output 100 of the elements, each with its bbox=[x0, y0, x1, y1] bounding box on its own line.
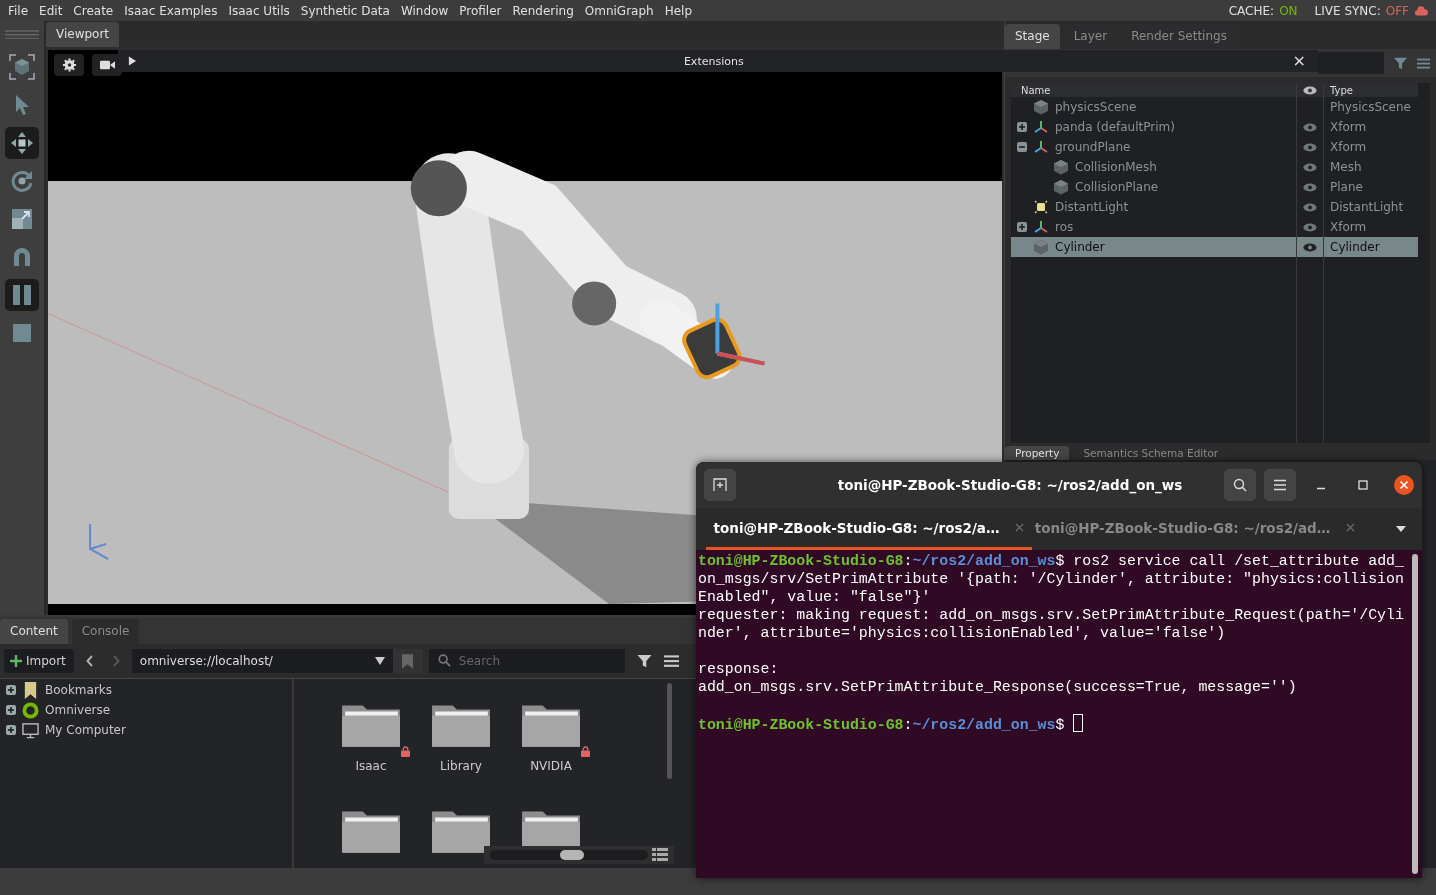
close-button[interactable]: × bbox=[1290, 53, 1308, 69]
terminal-line: requester: making request: add_on_msgs.srv.SetPrimAttribute_Request(path='/Cylinder', attribute='physics:collisionEnabled', value='false') bbox=[698, 606, 1405, 642]
maximize-icon[interactable] bbox=[1358, 480, 1368, 490]
search-button[interactable] bbox=[1224, 469, 1256, 501]
location-item[interactable]: My Computer bbox=[6, 721, 286, 739]
menu-item[interactable]: OmniGraph bbox=[584, 3, 654, 18]
list-view-icon[interactable] bbox=[652, 848, 668, 862]
status-label: CACHE: bbox=[1228, 3, 1275, 18]
eye-icon[interactable] bbox=[1303, 142, 1317, 152]
prim-name: physicsScene bbox=[1055, 100, 1137, 114]
settings-icon bbox=[61, 58, 77, 72]
status-label: LIVE SYNC: bbox=[1314, 3, 1381, 18]
rotate-icon bbox=[9, 168, 35, 194]
eye-icon[interactable] bbox=[1303, 222, 1317, 232]
expand-icon[interactable] bbox=[1017, 222, 1027, 232]
panel-tab[interactable]: Console bbox=[71, 619, 140, 644]
column-header[interactable]: Name bbox=[1011, 83, 1297, 97]
window-title: Extensions bbox=[683, 54, 744, 68]
grip-icon[interactable] bbox=[5, 29, 39, 39]
menu-icon[interactable] bbox=[663, 654, 679, 668]
tree-row[interactable]: physicsScene PhysicsScene bbox=[1011, 97, 1418, 117]
panel-tab[interactable]: Stage bbox=[1005, 24, 1060, 49]
move-icon bbox=[9, 130, 35, 156]
prim-name: CollisionPlane bbox=[1075, 180, 1159, 194]
lock-icon bbox=[401, 746, 410, 757]
pause-button[interactable] bbox=[5, 279, 39, 311]
new-tab-button[interactable] bbox=[704, 469, 736, 501]
dropdown-icon[interactable] bbox=[1396, 526, 1406, 532]
menu-item[interactable]: Window bbox=[400, 3, 449, 18]
cloud-icon[interactable] bbox=[1414, 5, 1428, 16]
expand-icon[interactable] bbox=[6, 685, 16, 695]
eye-icon[interactable] bbox=[1303, 182, 1317, 192]
bookmark-button[interactable] bbox=[392, 649, 423, 673]
menu-item[interactable]: Isaac Examples bbox=[124, 3, 218, 18]
tree-row[interactable]: panda (defaultPrim) Xform bbox=[1011, 117, 1418, 137]
scrollbar[interactable] bbox=[667, 683, 672, 779]
eye-icon[interactable] bbox=[1303, 85, 1317, 95]
tool-button[interactable] bbox=[5, 127, 39, 159]
light-icon bbox=[1033, 199, 1049, 215]
menu-item[interactable]: Profiler bbox=[459, 3, 502, 18]
menu-item[interactable]: Help bbox=[664, 3, 692, 18]
cube-icon bbox=[1053, 179, 1069, 195]
prim-type: PhysicsScene bbox=[1329, 99, 1412, 116]
search-field[interactable]: Search bbox=[428, 649, 625, 673]
panel-tab[interactable]: Property bbox=[1005, 446, 1070, 460]
menu-item[interactable]: File bbox=[8, 3, 29, 18]
prim-type: DistantLight bbox=[1329, 199, 1405, 216]
cube-icon bbox=[1053, 159, 1069, 175]
menu-button[interactable] bbox=[1264, 469, 1296, 501]
eye-icon[interactable] bbox=[1303, 162, 1317, 172]
cube-icon bbox=[9, 54, 35, 80]
back-icon[interactable] bbox=[85, 655, 94, 667]
location-item[interactable]: Bookmarks bbox=[6, 681, 286, 699]
bookmark-icon bbox=[22, 681, 39, 699]
column-header[interactable]: Type bbox=[1324, 83, 1418, 97]
monitor-icon bbox=[22, 721, 39, 739]
terminal-tab[interactable]: toni@HP-ZBook-Studio-G8: ~/ros2/a… bbox=[706, 508, 1032, 550]
expand-icon[interactable] bbox=[1017, 122, 1027, 132]
prim-name: ros bbox=[1055, 220, 1074, 234]
menu-item[interactable]: Rendering bbox=[512, 3, 574, 18]
menu-item[interactable]: Synthetic Data bbox=[300, 3, 390, 18]
tree-row[interactable]: groundPlane Xform bbox=[1011, 137, 1418, 157]
menu-item[interactable]: Edit bbox=[39, 3, 63, 18]
prim-type: Xform bbox=[1329, 119, 1368, 136]
eye-icon[interactable] bbox=[1303, 122, 1317, 132]
viewport-tab[interactable]: Viewport bbox=[46, 22, 120, 47]
close-icon[interactable] bbox=[1394, 475, 1414, 495]
import-button[interactable]: Import bbox=[4, 649, 74, 673]
menu-item[interactable]: Isaac Utils bbox=[228, 3, 290, 18]
prim-type: Xform bbox=[1329, 219, 1368, 236]
collapse-icon[interactable] bbox=[1017, 142, 1027, 152]
filter-icon[interactable] bbox=[636, 654, 652, 668]
search-icon bbox=[437, 654, 451, 667]
tree-row[interactable]: DistantLight DistantLight bbox=[1011, 197, 1418, 217]
folder-item[interactable]: Isaac bbox=[326, 699, 416, 791]
dropdown-icon[interactable] bbox=[374, 657, 385, 665]
panel-tab[interactable]: Content bbox=[0, 619, 68, 644]
expand-icon[interactable] bbox=[6, 725, 16, 735]
menu-item[interactable]: Create bbox=[73, 3, 114, 18]
play-icon[interactable] bbox=[128, 56, 137, 66]
tree-row[interactable]: CollisionMesh Mesh bbox=[1011, 157, 1418, 177]
terminal-line: toni@HP-ZBook-Studio-G8:~/ros2/add_on_ws$ bbox=[698, 714, 1407, 734]
expand-icon[interactable] bbox=[6, 705, 16, 715]
settings-button[interactable] bbox=[54, 54, 84, 76]
location-item[interactable]: Omniverse bbox=[6, 701, 286, 719]
window-title: toni@HP-ZBook-Studio-G8: ~/ros2/add_on_ws bbox=[836, 477, 1184, 493]
folder-item[interactable]: NVIDIA bbox=[506, 699, 596, 791]
prim-name: panda (defaultPrim) bbox=[1055, 120, 1175, 134]
plus-icon bbox=[10, 655, 22, 667]
eye-icon[interactable] bbox=[1303, 242, 1317, 252]
tree-row[interactable]: Cylinder Cylinder bbox=[1011, 237, 1418, 257]
path-field[interactable]: omniverse://localhost/ bbox=[131, 649, 393, 673]
tree-row[interactable]: CollisionPlane Plane bbox=[1011, 177, 1418, 197]
terminal-tab[interactable]: toni@HP-ZBook-Studio-G8: ~/ros2/ad… bbox=[1032, 508, 1358, 550]
folder-item[interactable]: Library bbox=[416, 699, 506, 791]
eye-icon[interactable] bbox=[1303, 202, 1317, 212]
axes-icon bbox=[1033, 219, 1049, 235]
scrollbar[interactable] bbox=[1412, 554, 1418, 874]
scale-icon bbox=[9, 206, 35, 232]
lock-icon bbox=[581, 746, 590, 757]
